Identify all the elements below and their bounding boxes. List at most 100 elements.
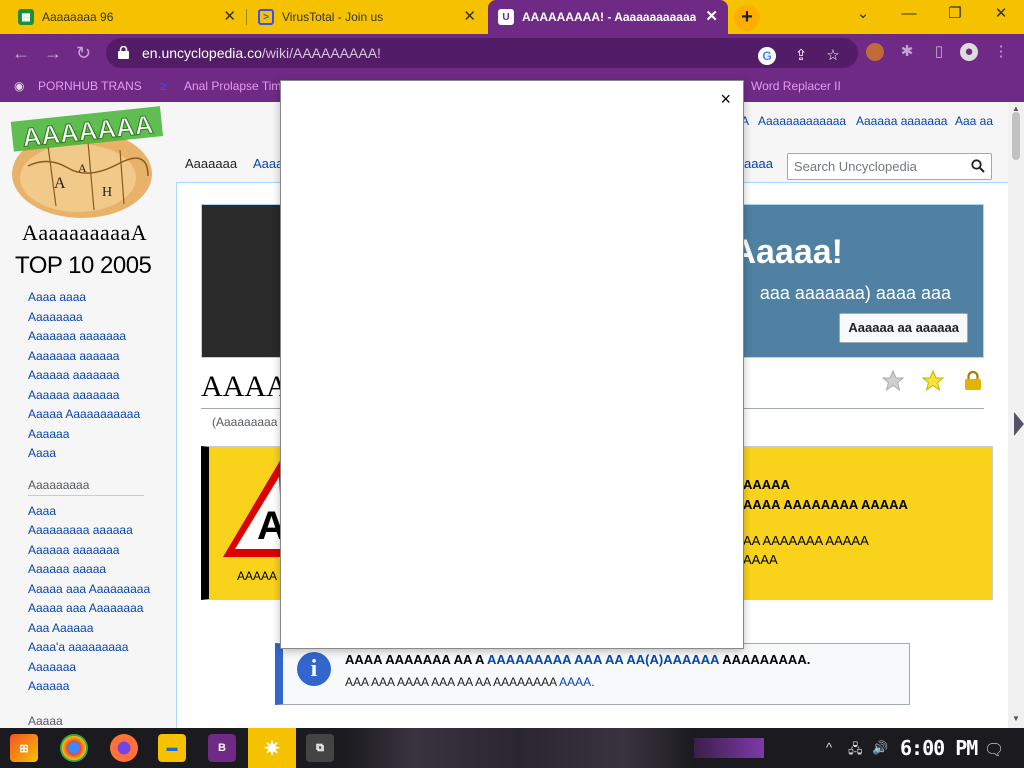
sidebar-item[interactable]: Aaaaaaaaa aaaaaa <box>28 521 176 541</box>
sidebar-item[interactable]: Aaaaaaa aaaaaa <box>28 347 176 367</box>
sidebar-item[interactable]: Aaaaa aaa Aaaaaaaa <box>28 599 176 619</box>
sidebar-item[interactable]: Aaaa <box>28 502 176 522</box>
close-tab-icon[interactable]: ✕ <box>223 9 236 25</box>
volume-icon[interactable]: 🔊 <box>872 740 888 756</box>
url-host: en.uncyclopedia.co <box>142 45 262 61</box>
browser-tab-2[interactable]: > VirusTotal - Join us ✕ <box>248 0 486 34</box>
profile-icon[interactable]: ● <box>960 43 978 61</box>
protection-lock-icon[interactable] <box>962 370 984 392</box>
restore-button[interactable]: ❐ <box>932 0 978 30</box>
banner-button[interactable]: Aaaaaa aa aaaaaa <box>839 313 968 343</box>
search-icon[interactable] <box>971 159 985 173</box>
address-bar[interactable]: en.uncyclopedia.co/wiki/AAAAAAAAA! G ⇪ ☆ <box>106 38 858 68</box>
notice-text: AAAA AAAAAAA AA A <box>345 652 488 667</box>
close-window-button[interactable]: ✕ <box>978 0 1024 30</box>
start-button-icon[interactable]: ⊞ <box>10 734 38 762</box>
banner-subtitle: aaa aaaaaaa) aaaa aaa <box>759 283 951 303</box>
extension-avatar-icon[interactable] <box>866 43 884 61</box>
sidebar-item[interactable]: Aaaaaa <box>28 425 176 445</box>
search-input[interactable]: Search Uncyclopedia <box>787 153 992 180</box>
personal-link[interactable]: Aaaaaaaaaaaaa <box>758 114 846 128</box>
sidebar-item[interactable]: Aaaa'a aaaaaaaaa <box>28 638 176 658</box>
settings-gear-icon[interactable]: ✷ <box>258 734 286 762</box>
reload-icon[interactable]: ↻ <box>76 43 91 63</box>
modal-close-button[interactable]: × <box>720 89 731 109</box>
quality-star-icon[interactable] <box>922 370 944 392</box>
share-icon[interactable]: ⇪ <box>792 47 810 65</box>
visual-studio-icon[interactable]: B <box>208 734 236 762</box>
svg-text:A: A <box>78 161 87 175</box>
back-icon[interactable]: ← <box>12 43 30 63</box>
sidebar-heading: TOP 10 2005 <box>15 252 152 279</box>
scroll-thumb[interactable] <box>1012 112 1020 160</box>
sidebar-item[interactable]: Aaaaaa aaaaaaa <box>28 366 176 386</box>
tray-overflow-icon[interactable]: ^ <box>826 740 832 755</box>
sidebar-item[interactable]: Aaaaaaa aaaaaaa <box>28 327 176 347</box>
search-placeholder: Search Uncyclopedia <box>794 159 917 174</box>
side-panel-icon[interactable]: ▯ <box>930 43 948 61</box>
sidebar-item[interactable]: Aaaaa Aaaaaaaaaaa <box>28 405 176 425</box>
tab-title: AAAAAAAAA! - Aaaaaaaaaaaa <box>522 10 697 24</box>
vs-badge: B <box>218 742 226 754</box>
bookmark-1[interactable]: PORNHUB TRANS <box>38 79 142 93</box>
sidebar-item[interactable]: Aaaaaaaa <box>28 308 176 328</box>
network-icon[interactable]: 🖧 <box>848 740 863 762</box>
site-logo[interactable]: A H A AAAAAAA <box>8 106 164 218</box>
warning-line: AAAA AAAAAAAA AAAAA <box>743 497 908 512</box>
file-explorer-icon[interactable]: ▬ <box>158 734 186 762</box>
firefox-icon[interactable] <box>110 734 138 762</box>
notice-link[interactable]: AAAA <box>559 675 591 689</box>
sidebar-item[interactable]: Aaaaaa aaaaaaa <box>28 386 176 406</box>
scroll-down-icon[interactable]: ▼ <box>1012 714 1020 723</box>
tab-history[interactable]: aaaa <box>744 156 773 171</box>
bookmark-2[interactable]: Anal Prolapse Tim <box>184 79 281 93</box>
tab-discussion[interactable]: Aaaa <box>253 156 283 171</box>
notice-line-1: AAAA AAAAAAA AA A AAAAAAAAA AAA AA AA(A)… <box>345 652 810 667</box>
sidebar-item[interactable]: Aaaa aaaa <box>28 288 176 308</box>
taskbar-decor-bar <box>694 738 764 758</box>
personal-link[interactable]: Aaa aa <box>955 114 993 128</box>
tab-title: VirusTotal - Join us <box>282 10 384 24</box>
sidebar-item[interactable]: Aaaa <box>28 444 176 464</box>
browser-tab-1[interactable]: ▦ Aaaaaaaa 96 ✕ <box>8 0 246 34</box>
sheets-icon: ▦ <box>18 9 34 25</box>
warning-line: AAAA <box>743 552 778 567</box>
warning-caption: AAAAA <box>237 569 278 583</box>
site-name: AaaaaaaaaaA <box>22 220 148 245</box>
menu-kebab-icon[interactable]: ⋮ <box>992 43 1010 61</box>
featured-star-icon[interactable] <box>882 370 904 392</box>
sidebar-section-title: Aaaaaaaaa <box>28 478 144 496</box>
side-expand-arrow-icon[interactable] <box>1014 412 1024 436</box>
minimize-button[interactable]: — <box>886 0 932 30</box>
new-tab-button[interactable]: + <box>734 5 760 31</box>
svg-text:A: A <box>54 175 66 192</box>
tab-article[interactable]: Aaaaaaa <box>185 156 237 171</box>
personal-link[interactable]: Aaaaaa aaaaaaa <box>856 114 947 128</box>
google-lens-icon[interactable]: G <box>758 47 776 65</box>
notifications-icon[interactable]: 🗨 <box>984 740 1004 760</box>
notice-link[interactable]: AAAAAAAAA AAA AA AA(A)AAAAAA <box>487 652 719 667</box>
tab-separator <box>246 9 247 25</box>
sidebar-item[interactable]: Aaaaaa aaaaaaa <box>28 541 176 561</box>
app-icon[interactable]: ⧉ <box>306 734 334 762</box>
tab-search-icon[interactable]: ⌄ <box>840 0 886 30</box>
forward-icon[interactable]: → <box>44 43 62 63</box>
taskbar-wallpaper <box>344 728 694 768</box>
close-tab-icon[interactable]: ✕ <box>463 9 476 25</box>
sidebar-item[interactable]: Aaaaaa aaaaa <box>28 560 176 580</box>
sidebar-item[interactable]: Aaaaaaa <box>28 658 176 678</box>
sidebar-item[interactable]: Aaaaa aaa Aaaaaaaaa <box>28 580 176 600</box>
url-path: /wiki/AAAAAAAAA! <box>261 45 381 61</box>
sidebar-item[interactable]: Aaa Aaaaaa <box>28 619 176 639</box>
extensions-puzzle-icon[interactable]: ✱ <box>898 43 916 61</box>
chrome-icon[interactable] <box>60 734 88 762</box>
sidebar-list: Aaaa aaaa Aaaaaaaa Aaaaaaa aaaaaaa Aaaaa… <box>28 288 176 464</box>
close-tab-icon[interactable]: ✕ <box>705 9 718 25</box>
sidebar-item[interactable]: Aaaaaa <box>28 677 176 697</box>
bookmark-star-icon[interactable]: ☆ <box>824 47 842 65</box>
taskbar-clock[interactable]: 6:00 PM <box>900 736 978 760</box>
browser-tab-3-active[interactable]: U AAAAAAAAA! - Aaaaaaaaaaaa ✕ <box>488 0 728 34</box>
bookmark-3[interactable]: Word Replacer II <box>751 79 841 93</box>
lock-icon[interactable] <box>118 46 129 59</box>
globe-icon: ◉ <box>14 79 25 93</box>
